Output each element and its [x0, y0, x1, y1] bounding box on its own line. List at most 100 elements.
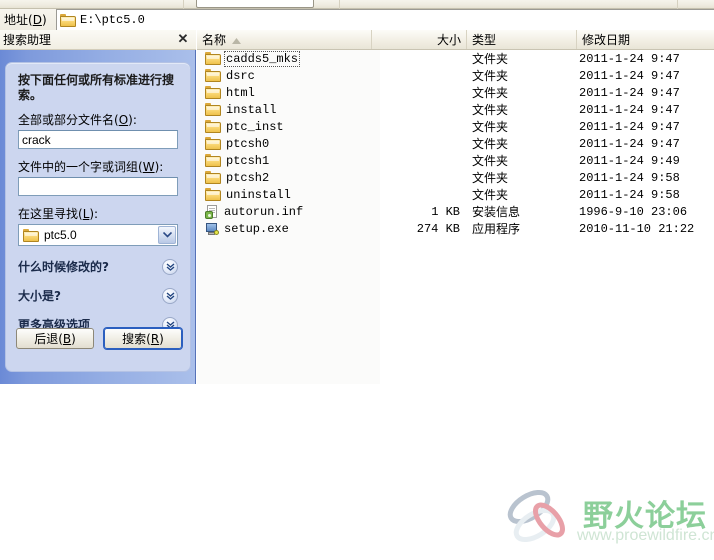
table-row[interactable]: cadds5_mks 文件夹 2011-1-24 9:47 [197, 50, 714, 67]
file-date-cell: 2011-1-24 9:47 [579, 68, 680, 83]
column-header-type[interactable]: 类型 [467, 30, 577, 49]
chevron-down-icon[interactable] [158, 226, 176, 244]
table-row[interactable]: ptc_inst 文件夹 2011-1-24 9:47 [197, 118, 714, 135]
column-label: 修改日期 [582, 33, 631, 47]
toolbar-divider [183, 0, 184, 9]
folder-icon [60, 13, 76, 27]
toolbar-divider [677, 0, 678, 9]
file-name-cell[interactable]: ptcsh1 [197, 154, 372, 168]
sort-ascending-icon [232, 33, 242, 47]
file-name: ptcsh0 [226, 136, 270, 151]
file-size-cell: 274 KB [416, 221, 460, 236]
file-list-rows: cadds5_mks 文件夹 2011-1-24 9:47 dsrc 文件夹 2011-1… [197, 50, 714, 237]
search-companion-buttons: 后退(B) 搜索(R) [6, 328, 192, 349]
file-type-cell: 文件夹 [472, 154, 509, 168]
watermark: 野火论坛 www.proewildfire.cn [505, 487, 714, 553]
file-name: dsrc [226, 68, 255, 83]
column-header-date[interactable]: 修改日期 [577, 30, 714, 49]
address-input[interactable]: E:\ptc5.0 [56, 9, 714, 30]
table-row[interactable]: install 文件夹 2011-1-24 9:47 [197, 101, 714, 118]
file-name: html [226, 85, 255, 100]
file-name-cell[interactable]: html [197, 86, 372, 100]
table-row[interactable]: uninstall 文件夹 2011-1-24 9:58 [197, 186, 714, 203]
file-name-cell[interactable]: install [197, 103, 372, 117]
file-type-cell: 文件夹 [472, 86, 509, 100]
file-date-cell: 2010-11-10 21:22 [579, 221, 695, 236]
file-name-cell[interactable]: cadds5_mks [197, 50, 372, 67]
table-row[interactable]: dsrc 文件夹 2011-1-24 9:47 [197, 67, 714, 84]
toolbar-input-stub[interactable] [196, 0, 314, 8]
word-label: 文件中的一个字或词组(W): [18, 160, 164, 174]
file-name: ptc_inst [226, 119, 284, 134]
file-name-cell[interactable]: setup.exe [197, 222, 372, 236]
file-name: ptcsh2 [226, 170, 270, 185]
filename-input[interactable]: crack [18, 130, 178, 149]
file-name: ptcsh1 [226, 153, 270, 168]
file-name: autorun.inf [224, 204, 304, 219]
folder-icon [205, 52, 221, 65]
back-button[interactable]: 后退(B) [16, 328, 94, 349]
table-row[interactable]: ptcsh0 文件夹 2011-1-24 9:47 [197, 135, 714, 152]
column-header-size[interactable]: 大小 [372, 30, 467, 49]
file-name-cell[interactable]: dsrc [197, 69, 372, 83]
file-type-cell: 文件夹 [472, 188, 509, 202]
search-button[interactable]: 搜索(R) [104, 328, 182, 349]
file-name: setup.exe [224, 221, 289, 236]
lookin-dropdown[interactable]: ptc5.0 [18, 224, 178, 246]
file-size-cell: 1 KB [431, 204, 460, 219]
table-row[interactable]: ptcsh2 文件夹 2011-1-24 9:58 [197, 169, 714, 186]
search-companion-panel: 按下面任何或所有标准进行搜索。 全部或部分文件名(O): crack 文件中的一… [0, 50, 196, 384]
search-instructions: 按下面任何或所有标准进行搜索。 [18, 73, 175, 102]
close-icon[interactable]: ✕ [176, 32, 190, 46]
watermark-logo-icon [507, 489, 565, 543]
file-type-cell: 安装信息 [472, 205, 521, 219]
explorer-window: 地址(D) E:\ptc5.0 搜索助理 ✕ 按下面任何或所有标准进行搜索。 全… [0, 0, 714, 560]
section-when-modified[interactable]: 什么时候修改的? [18, 258, 178, 275]
file-name: install [226, 102, 277, 117]
table-row[interactable]: autorun.inf 1 KB 安装信息 1996-9-10 23:06 [197, 203, 714, 220]
file-type-cell: 文件夹 [472, 103, 509, 117]
toolbar-strip [0, 0, 714, 9]
lookin-value: ptc5.0 [44, 228, 77, 242]
file-date-cell: 2011-1-24 9:47 [579, 119, 680, 134]
file-name-cell[interactable]: autorun.inf [197, 204, 372, 219]
address-value: E:\ptc5.0 [80, 13, 145, 27]
table-row[interactable]: html 文件夹 2011-1-24 9:47 [197, 84, 714, 101]
file-date-cell: 2011-1-24 9:47 [579, 102, 680, 117]
folder-icon [205, 171, 221, 184]
file-type-cell: 文件夹 [472, 137, 509, 151]
file-date-cell: 2011-1-24 9:58 [579, 170, 680, 185]
file-list-header: 名称 大小 类型 修改日期 [197, 30, 714, 50]
folder-icon [205, 154, 221, 167]
file-type-cell: 应用程序 [472, 222, 521, 236]
section-label: 什么时候修改的? [18, 260, 109, 274]
section-label: 大小是? [18, 289, 61, 303]
file-name-cell[interactable]: uninstall [197, 188, 372, 202]
file-list[interactable]: cadds5_mks 文件夹 2011-1-24 9:47 dsrc 文件夹 2011-1… [197, 50, 714, 384]
file-type-cell: 文件夹 [472, 171, 509, 185]
table-row[interactable]: setup.exe 274 KB 应用程序 2010-11-10 21:22 [197, 220, 714, 237]
table-row[interactable]: ptcsh1 文件夹 2011-1-24 9:49 [197, 152, 714, 169]
chevron-down-icon[interactable] [162, 287, 178, 304]
word-input[interactable] [18, 177, 178, 196]
chevron-down-icon[interactable] [162, 258, 178, 275]
file-date-cell: 2011-1-24 9:47 [579, 136, 680, 151]
lookin-label: 在这里寻找(L): [18, 207, 99, 221]
file-name-cell[interactable]: ptcsh0 [197, 137, 372, 151]
search-companion-title: 搜索助理 [3, 33, 52, 47]
column-header-name[interactable]: 名称 [197, 30, 372, 49]
file-type-cell: 文件夹 [472, 69, 509, 83]
filename-label: 全部或部分文件名(O): [18, 113, 137, 127]
file-name-cell[interactable]: ptcsh2 [197, 171, 372, 185]
toolbar-divider [339, 0, 340, 9]
file-date-cell: 2011-1-24 9:58 [579, 187, 680, 202]
folder-icon [205, 69, 221, 82]
file-type-cell: 文件夹 [472, 120, 509, 134]
section-size[interactable]: 大小是? [18, 287, 178, 304]
folder-icon [205, 120, 221, 133]
address-bar-label: 地址(D) [4, 13, 47, 27]
file-name-cell[interactable]: ptc_inst [197, 120, 372, 134]
folder-icon [205, 103, 221, 116]
folder-icon [23, 228, 39, 242]
file-date-cell: 2011-1-24 9:47 [579, 51, 680, 66]
